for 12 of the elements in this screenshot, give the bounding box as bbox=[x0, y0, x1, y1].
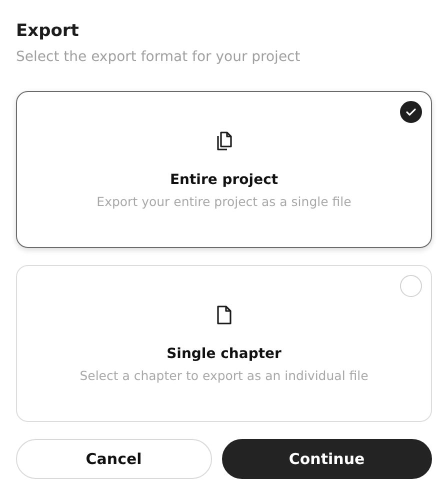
continue-button[interactable]: Continue bbox=[222, 439, 432, 479]
check-icon bbox=[405, 106, 417, 118]
dialog-title: Export bbox=[16, 20, 80, 42]
option-description: Export your entire project as a single file bbox=[96, 194, 352, 209]
option-description: Select a chapter to export as an individual file bbox=[80, 368, 368, 383]
radio-indicator[interactable] bbox=[400, 101, 422, 123]
cancel-button[interactable]: Cancel bbox=[16, 439, 212, 479]
option-title: Single chapter bbox=[166, 346, 282, 362]
option-title: Entire project bbox=[170, 172, 278, 188]
option-card[interactable]: Single chapter Select a chapter to export as an individual file bbox=[16, 265, 432, 422]
option-card[interactable]: Entire project Export your entire project as a single file bbox=[16, 91, 432, 248]
dialog-subtitle: Select the export format for your project bbox=[16, 48, 302, 67]
